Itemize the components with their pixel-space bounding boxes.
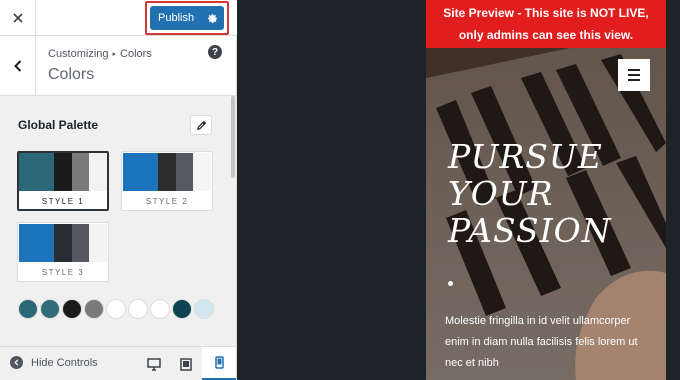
banner-line-1: Site Preview - This site is NOT LIVE, <box>443 6 649 20</box>
palette-style-2[interactable]: STYLE 2 <box>121 151 213 211</box>
style-2-label: STYLE 2 <box>145 197 189 206</box>
swatch-color <box>71 153 90 191</box>
tablet-icon <box>180 357 192 371</box>
section-header: Customizing ▸ Colors Colors ? <box>0 36 236 96</box>
swatch-color <box>193 153 211 191</box>
palette-color-dot[interactable] <box>84 299 104 319</box>
hamburger-menu-icon[interactable] <box>618 59 650 91</box>
chevron-left-icon <box>13 60 21 72</box>
palette-color-dot[interactable] <box>40 299 60 319</box>
hero-heading-line-2: YOUR <box>448 174 554 213</box>
palette-color-dot[interactable] <box>194 299 214 319</box>
help-icon[interactable]: ? <box>208 45 222 59</box>
palette-color-dot[interactable] <box>18 299 38 319</box>
preview-background-right <box>666 0 680 380</box>
gear-icon <box>208 13 218 23</box>
customizer-footer: Hide Controls <box>0 346 236 380</box>
arrow-left-circle-icon <box>10 356 23 369</box>
desktop-icon <box>147 357 161 371</box>
breadcrumb-separator: ▸ <box>112 51 117 58</box>
hero-heading-line-1: PURSUE <box>448 137 603 176</box>
desktop-preview-button[interactable] <box>143 353 165 375</box>
swatch-color <box>123 153 159 191</box>
palette-color-dots <box>18 299 216 319</box>
style-3-label: STYLE 3 <box>41 268 85 277</box>
publish-label: Publish <box>158 12 195 24</box>
hero-heading: PURSUE YOUR PASSION <box>448 138 658 249</box>
hero-bullet <box>448 281 453 286</box>
swatch-color <box>175 153 194 191</box>
palette-style-1[interactable]: STYLE 1 <box>17 151 109 211</box>
site-preview[interactable]: Site Preview - This site is NOT LIVE, on… <box>426 0 666 380</box>
palette-color-dot[interactable] <box>150 299 170 319</box>
swatch-color <box>89 224 107 262</box>
palette-color-dot[interactable] <box>106 299 126 319</box>
swatch-color <box>54 224 72 262</box>
palette-color-dot[interactable] <box>172 299 192 319</box>
customizer-panel: Publish Customizing ▸ Colors Colors ? Glob… <box>0 0 237 380</box>
style-2-swatches <box>123 153 211 191</box>
global-palette-title: Global Palette <box>18 118 99 132</box>
banner-line-2: only admins can see this view. <box>458 28 634 42</box>
close-customizer-button[interactable] <box>0 0 36 36</box>
hero-body-text: Molestie fringilla in id velit ullamcorp… <box>445 315 638 369</box>
hero-heading-line-3: PASSION <box>448 211 612 250</box>
close-icon <box>12 13 23 23</box>
style-1-swatches <box>19 153 107 191</box>
panel-scrollbar[interactable] <box>231 96 235 178</box>
swatch-color <box>19 153 55 191</box>
palette-color-dot[interactable] <box>62 299 82 319</box>
breadcrumb-current: Colors <box>120 48 152 60</box>
publish-button[interactable]: Publish <box>150 6 224 30</box>
publish-highlight: Publish <box>145 1 229 35</box>
edit-palette-button[interactable] <box>190 115 212 135</box>
mobile-preview-button[interactable] <box>202 347 236 380</box>
swatch-color <box>71 224 90 262</box>
tablet-preview-button[interactable] <box>175 353 197 375</box>
back-button[interactable] <box>0 36 36 96</box>
swatch-color <box>158 153 176 191</box>
preview-background <box>237 0 426 380</box>
customizer-topbar: Publish <box>0 0 237 36</box>
palette-color-dot[interactable] <box>128 299 148 319</box>
palette-style-3[interactable]: STYLE 3 <box>17 222 109 282</box>
breadcrumb: Customizing ▸ Colors <box>48 48 152 60</box>
publish-settings-button[interactable] <box>207 13 218 24</box>
page-title: Colors <box>48 66 95 83</box>
site-preview-banner: Site Preview - This site is NOT LIVE, on… <box>426 0 666 48</box>
mobile-icon <box>214 356 224 369</box>
swatch-color <box>89 153 107 191</box>
hide-controls-label: Hide Controls <box>31 356 98 369</box>
breadcrumb-parent: Customizing <box>48 48 109 60</box>
pencil-icon <box>196 120 206 130</box>
style-3-swatches <box>19 224 107 262</box>
style-1-label: STYLE 1 <box>41 197 85 206</box>
swatch-color <box>54 153 72 191</box>
hide-controls-button[interactable]: Hide Controls <box>10 356 98 369</box>
swatch-color <box>19 224 55 262</box>
